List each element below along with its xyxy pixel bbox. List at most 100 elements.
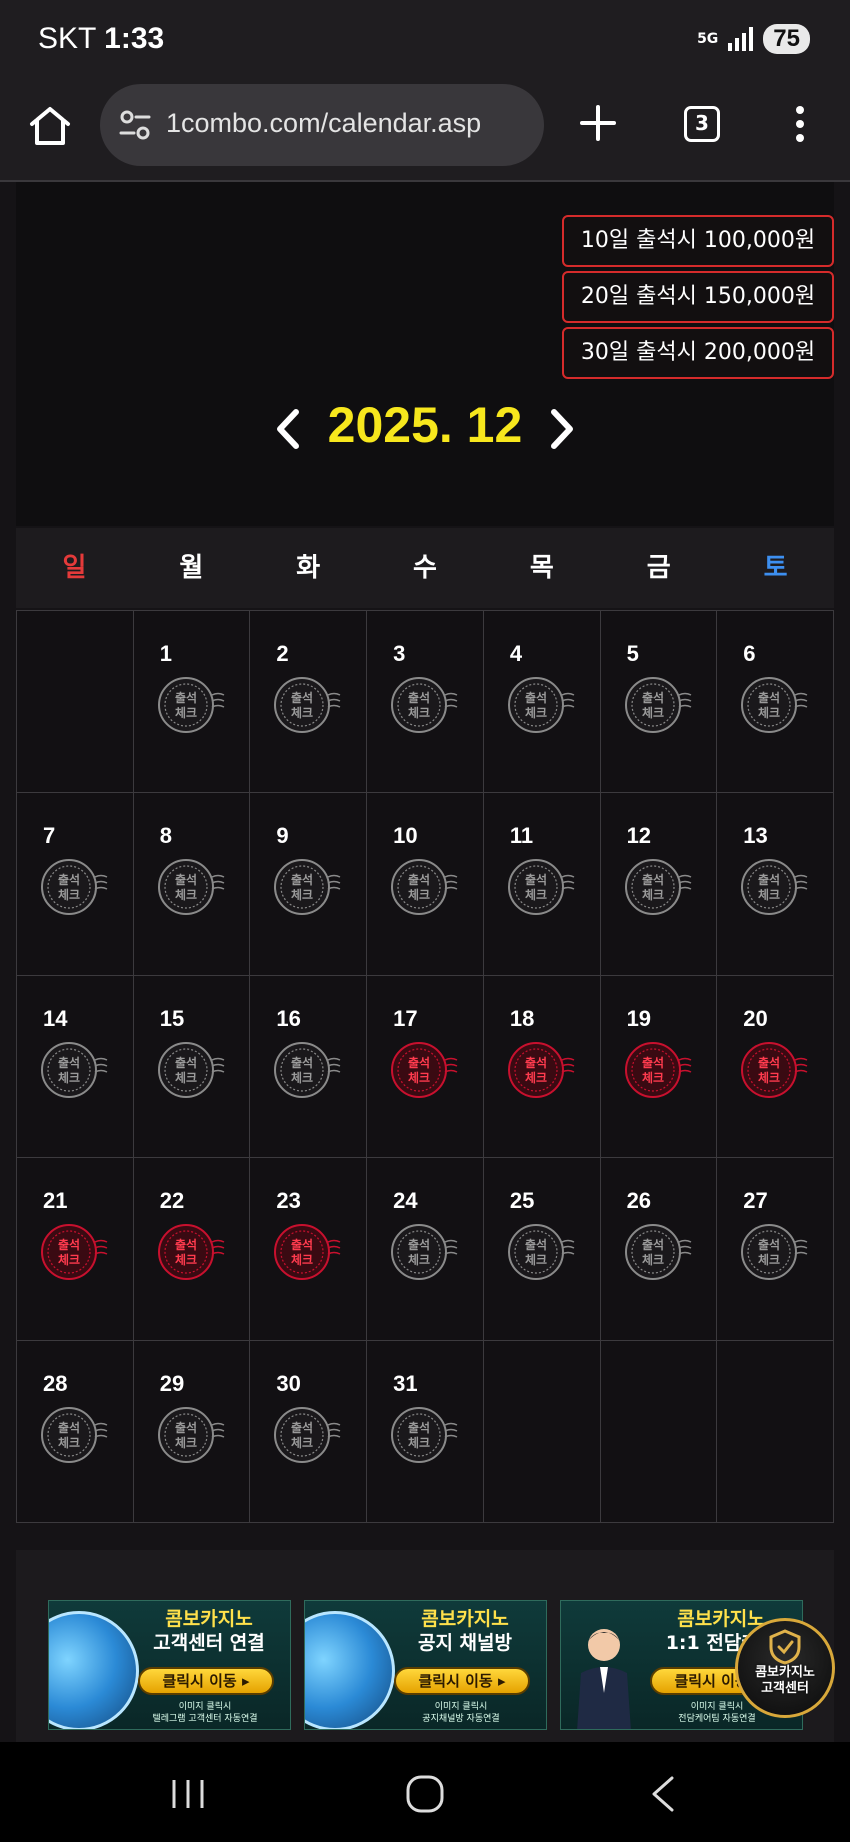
day-number: 15 <box>159 1005 185 1031</box>
stamp-text-top: 출석 <box>58 1055 80 1070</box>
day-number: 23 <box>276 1188 301 1214</box>
status-icons: 5G 75 <box>697 24 810 54</box>
stamp-text-bottom: 체크 <box>175 1435 197 1450</box>
calendar-day-27[interactable]: 27 출석 체크 <box>717 1158 834 1341</box>
calendar-day-31[interactable]: 31 출석 체크 <box>367 1340 484 1523</box>
stamp-text-bottom: 체크 <box>758 1070 780 1085</box>
home-nav-icon[interactable] <box>403 1772 447 1816</box>
banner-line1: 콤보카지노 <box>421 1608 509 1630</box>
banner-note1: 이미지 클릭시 <box>434 1702 488 1712</box>
calendar-day-19[interactable]: 19 출석 체크 <box>600 975 718 1159</box>
next-month-icon[interactable] <box>542 404 582 454</box>
calendar-day-1[interactable]: 1 출석 체크 <box>133 611 251 794</box>
attendance-stamp-icon: 출석체크 <box>157 859 225 916</box>
stamp-text-top: 출석 <box>175 1237 197 1252</box>
url-text[interactable]: 1combo.com/calendar.asp <box>166 108 481 139</box>
stamp-text-bottom: 체크 <box>175 887 197 902</box>
stamp-text-top: 출석 <box>291 1055 313 1070</box>
stamp-text-bottom: 체크 <box>525 1070 547 1085</box>
weekday-sat: 토 <box>763 553 788 583</box>
calendar-day-26[interactable]: 26 출석 체크 <box>600 1158 718 1341</box>
calendar-day-4[interactable]: 4 출석 체크 <box>483 611 601 794</box>
banner-button[interactable]: 클릭시 이동 ▸ <box>138 1667 274 1695</box>
attendance-stamp-checked-icon: 출석체크 <box>41 1224 108 1281</box>
calendar-day-15[interactable]: 15 출석 체크 <box>133 975 251 1159</box>
prev-month-icon[interactable] <box>268 404 308 454</box>
stamp-text-bottom: 체크 <box>642 1070 664 1085</box>
calendar-day-18[interactable]: 18 출석 체크 <box>483 975 601 1159</box>
telegram-bell-icon <box>305 1611 395 1729</box>
attendance-stamp-checked-icon: 출석체크 <box>741 1041 808 1098</box>
back-icon[interactable] <box>642 1772 686 1816</box>
stamp-text-bottom: 체크 <box>175 1252 197 1267</box>
calendar-day-5[interactable]: 5 출석 체크 <box>600 611 718 794</box>
stamp-text-bottom: 체크 <box>58 1435 80 1450</box>
url-bar[interactable]: 1combo.com/calendar.asp <box>100 84 544 166</box>
attendance-stamp-icon: 출석체크 <box>157 677 225 733</box>
status-time: SKT 1:33 <box>38 22 164 56</box>
tab-switcher-button[interactable]: 3 <box>684 106 720 142</box>
calendar-day-10[interactable]: 10 출석 체크 <box>367 793 484 976</box>
calendar-day-21[interactable]: 21 출석 체크 <box>17 1158 134 1341</box>
battery-level: 75 <box>773 25 800 52</box>
banner-notice-channel[interactable]: 콤보카지노 공지 채널방 클릭시 이동 ▸ 이미지 클릭시 공지채널방 자동연결 <box>304 1600 547 1730</box>
stamp-text-bottom: 체크 <box>758 887 780 902</box>
calendar-day-14[interactable]: 14 출석 체크 <box>17 975 134 1159</box>
calendar-day-22[interactable]: 22 출석 체크 <box>133 1158 251 1341</box>
new-tab-icon[interactable] <box>578 103 618 143</box>
calendar-header: 10일 출석시 100,000원 20일 출석시 150,000원 30일 출석… <box>16 182 834 526</box>
calendar-empty-cell <box>717 1340 834 1523</box>
stamp-text-bottom: 체크 <box>58 1070 80 1085</box>
day-number: 6 <box>743 641 756 666</box>
banner-note2: 전담케어팀 자동연결 <box>678 1714 756 1724</box>
stamp-text-top: 출석 <box>758 872 780 887</box>
home-icon[interactable] <box>26 102 74 150</box>
calendar-day-6[interactable]: 6 출석 체크 <box>717 611 834 794</box>
attendance-stamp-icon: 출석체크 <box>274 1041 341 1098</box>
calendar-day-29[interactable]: 29 출석 체크 <box>133 1340 251 1523</box>
calendar-day-9[interactable]: 9 출석 체크 <box>250 793 368 976</box>
stamp-text-top: 출석 <box>291 872 313 887</box>
stamp-text-bottom: 체크 <box>642 887 664 902</box>
calendar-empty-cell <box>17 611 134 794</box>
attendance-stamp-icon: 출석체크 <box>157 1041 225 1098</box>
calendar-day-7[interactable]: 7 출석 체크 <box>17 793 134 976</box>
stamp-text-bottom: 체크 <box>291 705 313 720</box>
customer-center-floating-button[interactable]: 콤보카지노 고객센터 <box>735 1618 835 1718</box>
calendar-day-12[interactable]: 12 출석 체크 <box>600 793 718 976</box>
stamp-text-bottom: 체크 <box>291 887 313 902</box>
attendance-stamp-checked-icon: 출석체크 <box>391 1041 458 1098</box>
stamp-text-bottom: 체크 <box>58 1252 80 1267</box>
more-menu-icon[interactable] <box>790 104 810 144</box>
banner-line2: 공지 채널방 <box>417 1632 512 1654</box>
stamp-text-top: 출석 <box>408 872 430 887</box>
calendar-day-25[interactable]: 25 출석 체크 <box>483 1158 601 1341</box>
day-number: 31 <box>393 1370 418 1396</box>
stamp-text-top: 출석 <box>175 1055 197 1070</box>
reward-30-days: 30일 출석시 200,000원 <box>562 327 834 379</box>
calendar-day-24[interactable]: 24 출석 체크 <box>367 1158 484 1341</box>
attendance-stamp-icon: 출석체크 <box>274 1406 341 1463</box>
calendar-day-16[interactable]: 16 출석 체크 <box>250 975 368 1159</box>
day-number: 28 <box>43 1370 68 1396</box>
stamp-text-top: 출석 <box>408 1055 430 1070</box>
day-number: 19 <box>626 1005 652 1031</box>
calendar-day-17[interactable]: 17 출석 체크 <box>367 975 484 1159</box>
recent-apps-icon[interactable] <box>166 1772 210 1816</box>
banner-customer-center[interactable]: 콤보카지노 고객센터 연결 클릭시 이동 ▸ 이미지 클릭시 텔레그램 고객센터 자… <box>48 1600 291 1730</box>
stamp-text-bottom: 체크 <box>408 1252 430 1267</box>
calendar-day-2[interactable]: 2 출석 체크 <box>250 611 368 794</box>
calendar-day-11[interactable]: 11 출석 체크 <box>483 793 601 976</box>
calendar-day-23[interactable]: 23 출석 체크 <box>250 1158 368 1341</box>
calendar-day-30[interactable]: 30 출석 체크 <box>250 1340 368 1523</box>
calendar-day-28[interactable]: 28 출석 체크 <box>17 1340 134 1523</box>
calendar-day-20[interactable]: 20 출석 체크 <box>717 975 834 1159</box>
site-settings-icon[interactable] <box>118 108 152 142</box>
banner-button[interactable]: 클릭시 이동 ▸ <box>394 1667 530 1695</box>
calendar-day-3[interactable]: 3 출석 체크 <box>367 611 484 794</box>
stamp-text-top: 출석 <box>642 872 664 887</box>
day-number: 12 <box>626 823 652 849</box>
attendance-stamp-icon: 출석체크 <box>391 1224 458 1281</box>
calendar-day-8[interactable]: 8 출석 체크 <box>133 793 251 976</box>
calendar-day-13[interactable]: 13 출석 체크 <box>717 793 834 976</box>
